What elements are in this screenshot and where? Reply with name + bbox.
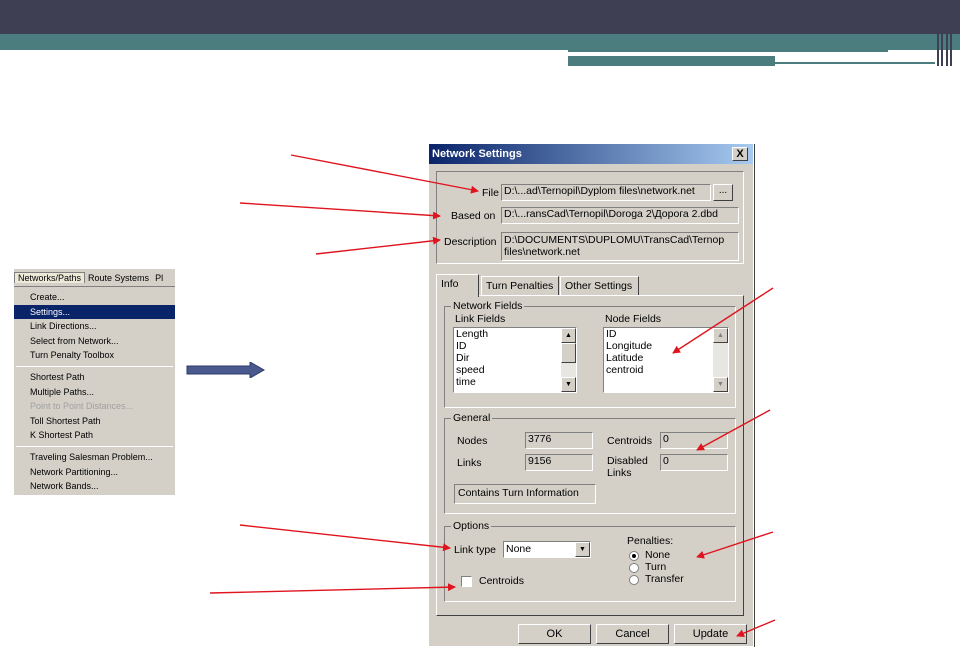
annotation-arrow-penalties (696, 531, 774, 559)
annotation-arrow-centroids (696, 409, 771, 451)
annotation-arrow-node-fields (672, 287, 774, 354)
annotation-arrow-update (736, 619, 776, 637)
annotation-arrow-link-type (239, 524, 451, 552)
annotation-arrow-file (290, 154, 479, 194)
annotation-arrows (209, 154, 776, 637)
annotation-arrow-based-on (239, 202, 441, 220)
tab-info[interactable]: Info (436, 274, 479, 297)
annotation-arrow-description (315, 236, 441, 255)
annotation-arrow-centroids-check (209, 583, 456, 594)
